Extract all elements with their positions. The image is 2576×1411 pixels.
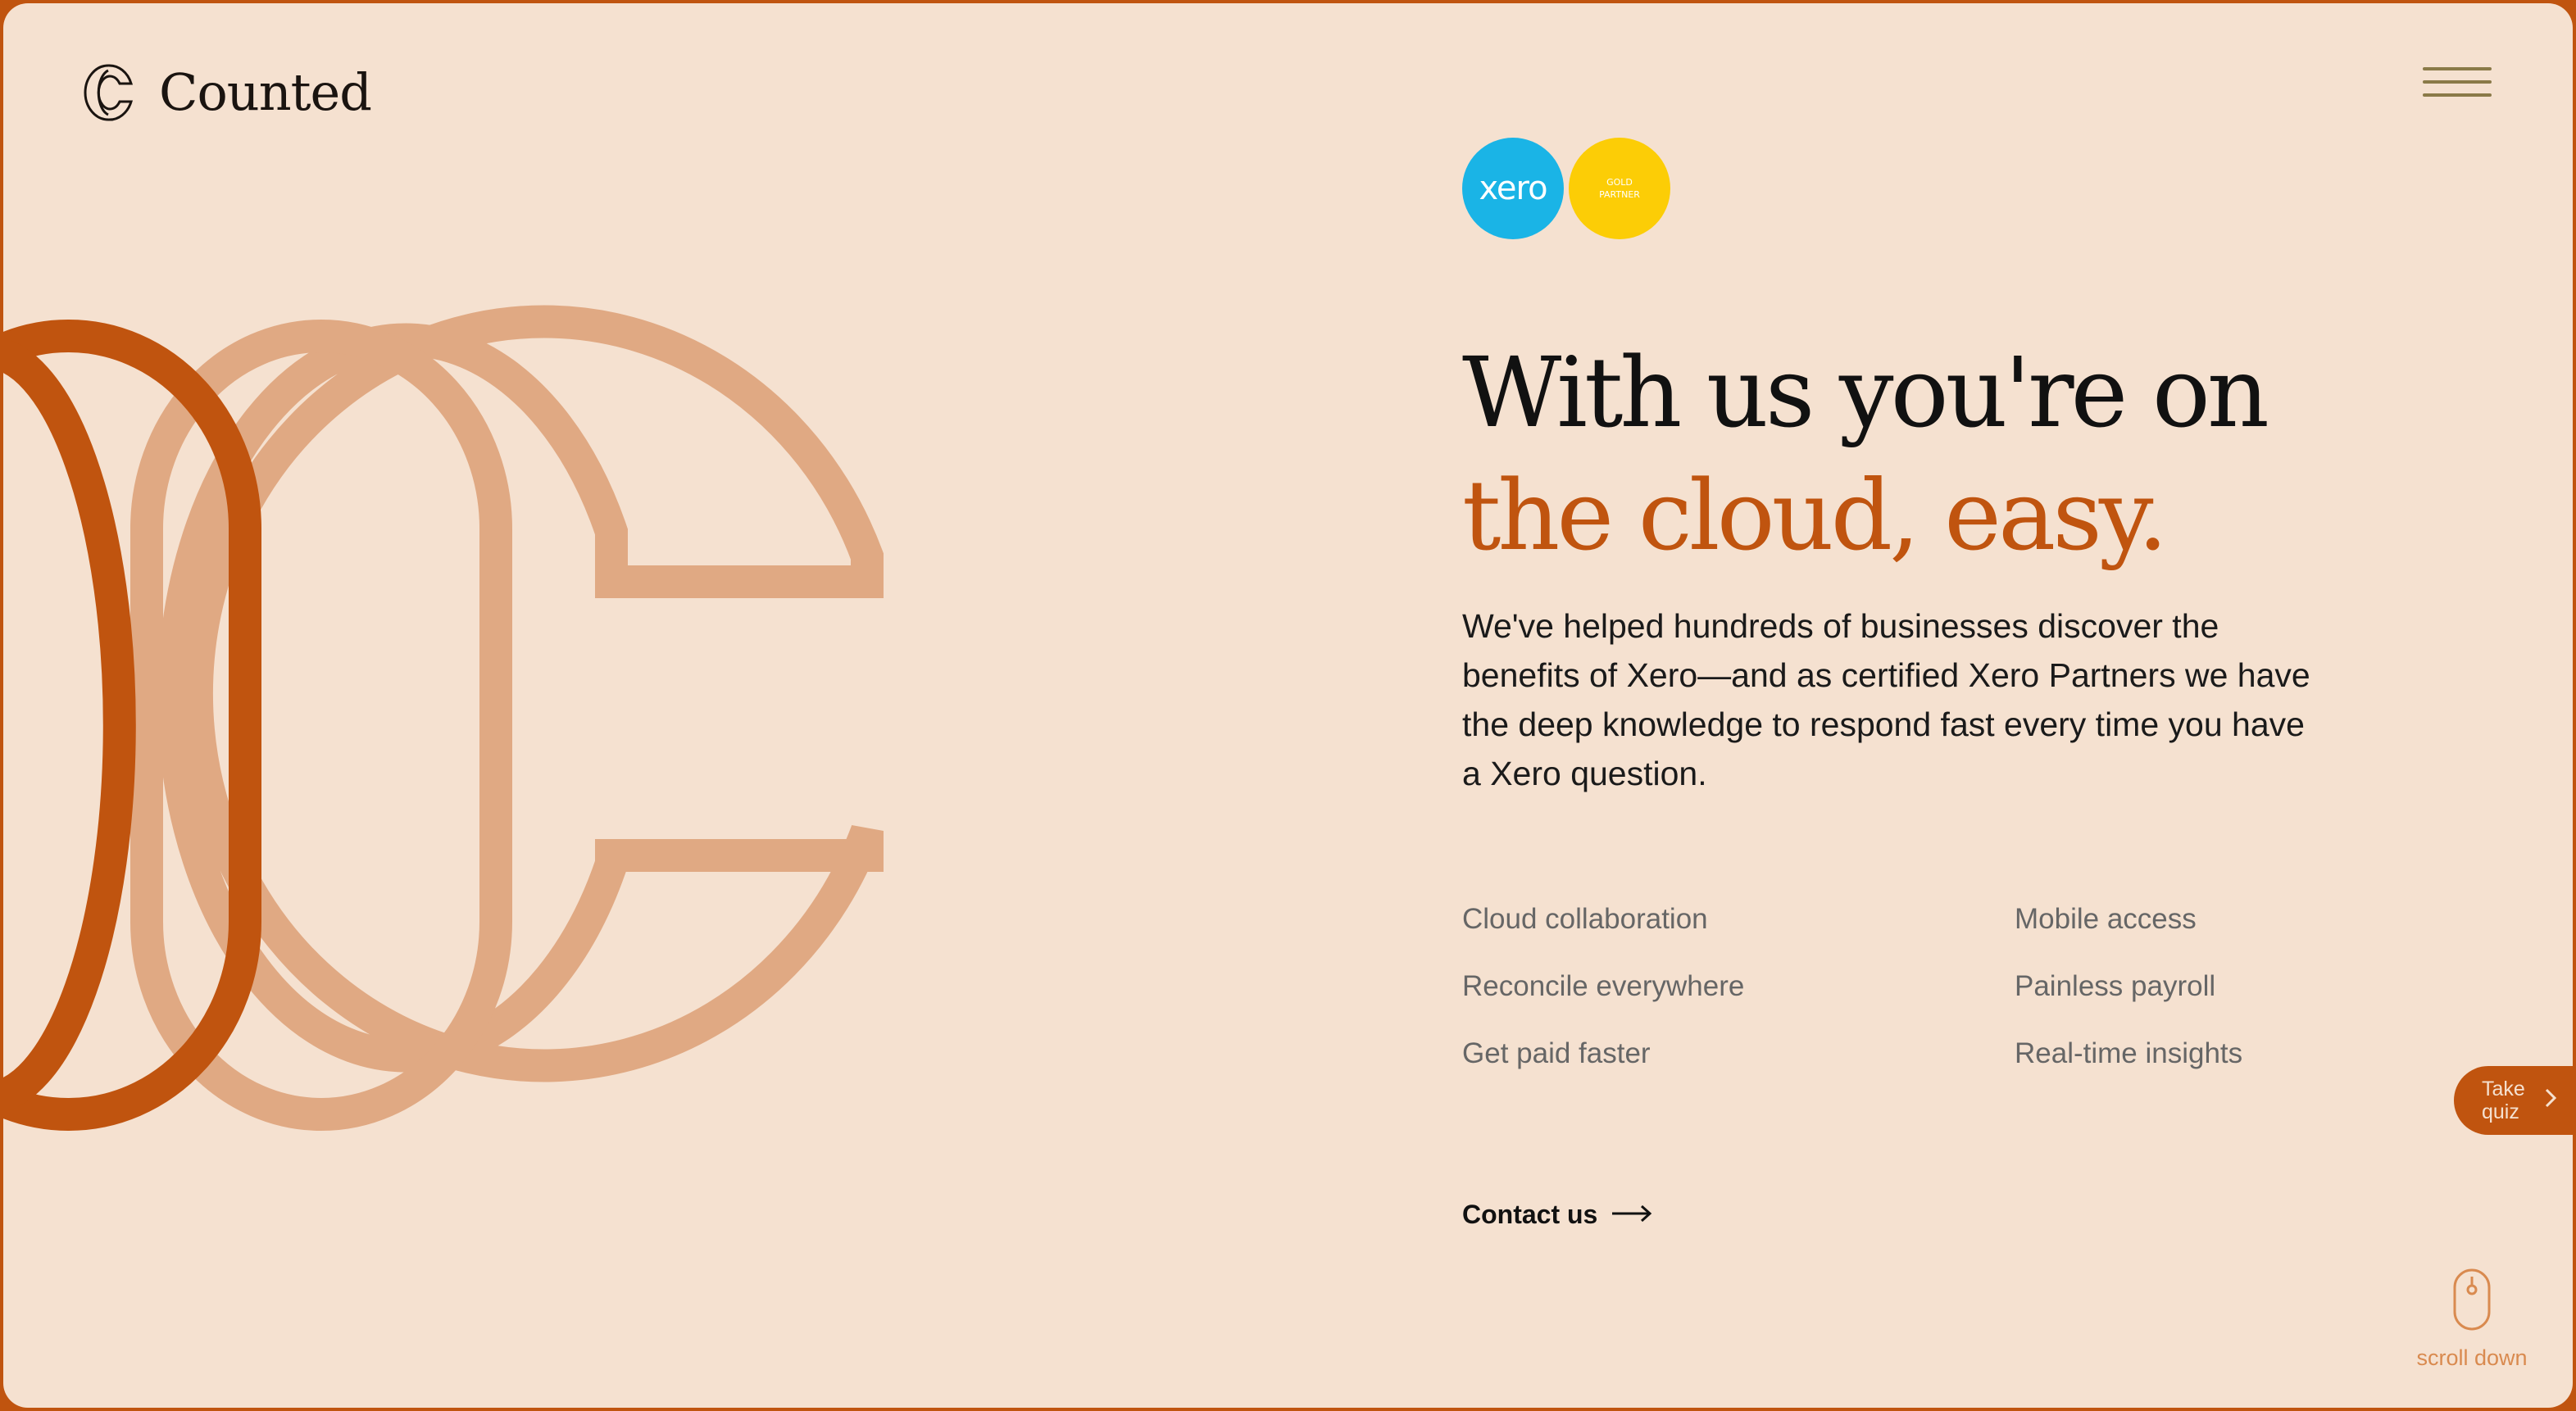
feature-list: Cloud collaboration Mobile access Reconc… <box>1462 900 2364 1073</box>
hero-intro: We've helped hundreds of businesses disc… <box>1462 607 2310 792</box>
mouse-icon <box>2453 1268 2491 1334</box>
feature-item: Cloud collaboration <box>1462 903 1708 935</box>
hamburger-menu-icon[interactable] <box>2423 67 2492 103</box>
hero-heading-line2: the cloud, easy. <box>1462 459 2168 572</box>
gold-partner-line2: PARTNER <box>1599 189 1640 200</box>
hero-heading: With us you're on the cloud, easy. <box>1462 331 2269 577</box>
feature-item: Real-time insights <box>2015 1037 2243 1069</box>
feature-item: Painless payroll <box>2015 970 2216 1002</box>
feature-item: Mobile access <box>2015 903 2197 935</box>
take-quiz-button[interactable]: Take quiz <box>2454 1066 2573 1135</box>
xero-logo-text: xero <box>1479 170 1547 207</box>
page-frame: Counted xero GOLD PARTNER With us you're… <box>3 3 2573 1408</box>
feature-item: Get paid faster <box>1462 1037 1651 1069</box>
feature-item: Reconcile everywhere <box>1462 970 1745 1002</box>
gold-partner-badge: GOLD PARTNER <box>1569 138 1670 239</box>
scroll-down-indicator[interactable]: scroll down <box>2406 1268 2537 1371</box>
gold-partner-line1: GOLD <box>1606 177 1633 188</box>
counted-c-graphic <box>3 305 884 1131</box>
arrow-right-icon <box>1611 1200 1653 1230</box>
contact-us-label: Contact us <box>1462 1200 1598 1229</box>
xero-logo: xero <box>1462 138 1564 239</box>
take-quiz-label: Take quiz <box>2482 1078 2525 1123</box>
contact-us-link[interactable]: Contact us <box>1462 1200 1653 1230</box>
partner-badges: xero GOLD PARTNER <box>1462 138 1670 239</box>
scroll-down-label: scroll down <box>2416 1345 2528 1370</box>
hero-heading-line1: With us you're on <box>1462 336 2269 449</box>
chevron-right-icon <box>2544 1087 2557 1114</box>
